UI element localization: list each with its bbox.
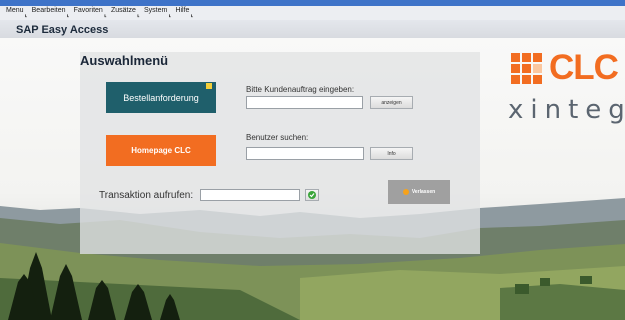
- verlassen-button[interactable]: Verlassen: [388, 180, 450, 204]
- menu-item-system[interactable]: System ⸤: [144, 7, 171, 20]
- warning-icon: [402, 189, 409, 195]
- kundenauftrag-label: Bitte Kundenauftrag eingeben:: [246, 85, 355, 94]
- benutzer-suchen-label: Benutzer suchen:: [246, 133, 309, 142]
- info-button[interactable]: Info: [370, 147, 413, 160]
- panel-title: Auswahlmenü: [80, 53, 169, 68]
- anzeigen-button[interactable]: anzeigen: [370, 96, 413, 109]
- menu-item-zusaetze[interactable]: Zusätze ⸤: [111, 7, 140, 20]
- app-title: SAP Easy Access: [16, 24, 109, 36]
- benutzer-suchen-input[interactable]: [246, 147, 364, 160]
- submenu-indicator-icon: ⸤: [24, 9, 28, 18]
- menu-item-favoriten[interactable]: Favoriten ⸤: [74, 7, 107, 20]
- transaktion-input[interactable]: [200, 189, 300, 201]
- check-icon: [308, 191, 316, 199]
- verlassen-label: Verlassen: [411, 189, 436, 195]
- homepage-clc-button[interactable]: Homepage CLC: [106, 135, 216, 166]
- logo-brand-text: CLC: [549, 48, 619, 87]
- transaktion-execute-button[interactable]: [305, 189, 319, 201]
- submenu-indicator-icon: ⸤: [190, 9, 194, 18]
- logo-sub-text: xinteg: [508, 95, 625, 125]
- transaktion-label: Transaktion aufrufen:: [99, 190, 194, 201]
- note-icon: [206, 83, 212, 89]
- submenu-indicator-icon: ⸤: [136, 9, 140, 18]
- menu-items: Menu ⸤ Bearbeiten ⸤ Favoriten ⸤ Zusätze ⸤ Sy…: [6, 7, 198, 20]
- menu-item-hilfe[interactable]: Hilfe ⸤: [175, 7, 193, 20]
- submenu-indicator-icon: ⸤: [66, 9, 70, 18]
- submenu-indicator-icon: ⸤: [168, 9, 172, 18]
- menu-item-bearbeiten[interactable]: Bearbeiten ⸤: [32, 7, 70, 20]
- menu-item-menu[interactable]: Menu ⸤: [6, 7, 28, 20]
- bestellanforderung-button[interactable]: Bestellanforderung: [106, 82, 216, 113]
- submenu-indicator-icon: ⸤: [103, 9, 107, 18]
- kundenauftrag-input[interactable]: [246, 96, 363, 109]
- title-bar: SAP Easy Access: [0, 20, 625, 39]
